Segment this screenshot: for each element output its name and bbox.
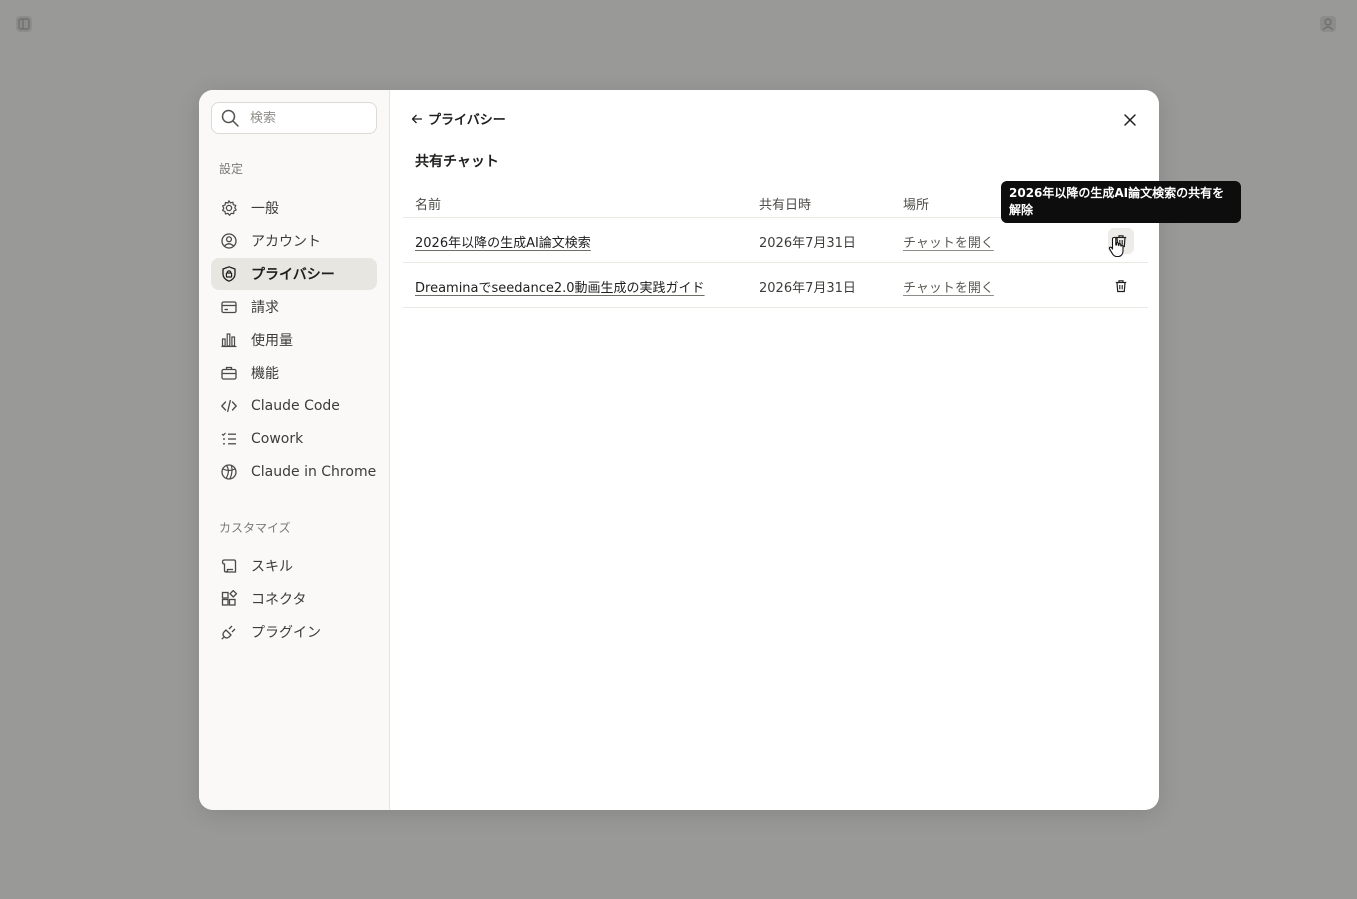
code-icon: [220, 397, 238, 415]
column-header-name: 名前: [415, 198, 442, 213]
sidebar-item-label: アカウント: [251, 234, 321, 250]
sidebar-item-label: Claude Code: [251, 398, 340, 414]
sidebar-item-general[interactable]: 一般: [211, 192, 377, 224]
sidebar-item-connectors[interactable]: コネクタ: [211, 583, 377, 615]
plug-icon: [220, 623, 238, 641]
sidebar-item-label: コネクタ: [251, 592, 307, 608]
hand-cursor-icon: [1108, 236, 1124, 258]
table-row: 2026年以降の生成AI論文検索 2026年7月31日 チャットを開く: [403, 218, 1148, 263]
unshare-button[interactable]: [1108, 273, 1134, 299]
search-icon: [221, 109, 239, 127]
arrow-left-icon: [411, 114, 422, 123]
sidebar-item-label: プラグイン: [251, 625, 321, 641]
settings-sidebar: 設定 一般 アカウント プライバシー 請求: [199, 90, 390, 810]
sidebar-item-label: 一般: [251, 201, 279, 217]
open-chat-link[interactable]: チャットを開く: [903, 232, 994, 251]
search-input[interactable]: [250, 110, 360, 126]
column-header-date: 共有日時: [759, 198, 812, 213]
globe-icon: [220, 463, 238, 481]
page-title: 共有チャット: [415, 154, 499, 170]
search-box[interactable]: [211, 102, 377, 134]
close-icon: [1124, 114, 1136, 126]
gear-icon: [220, 199, 238, 217]
sidebar-item-label: Cowork: [251, 431, 304, 447]
close-button[interactable]: [1118, 108, 1142, 132]
section-label-settings: 設定: [219, 162, 244, 176]
profile-icon[interactable]: [1320, 16, 1336, 32]
column-header-location: 場所: [903, 198, 930, 213]
sidebar-item-label: スキル: [251, 559, 293, 575]
sidebar-item-label: プライバシー: [251, 267, 335, 283]
sidebar-item-account[interactable]: アカウント: [211, 225, 377, 257]
sidebar-item-label: 請求: [251, 300, 279, 316]
sidebar-item-label: 使用量: [251, 333, 293, 349]
sidebar-item-label: 機能: [251, 366, 279, 382]
trash-icon: [1115, 280, 1127, 293]
shared-chat-name-link[interactable]: 2026年以降の生成AI論文検索: [415, 232, 591, 251]
bar-chart-icon: [220, 331, 238, 349]
shared-date: 2026年7月31日: [759, 236, 856, 251]
briefcase-icon: [220, 364, 238, 382]
credit-card-icon: [220, 298, 238, 316]
scroll-icon: [220, 557, 238, 575]
sidebar-item-cowork[interactable]: Cowork: [211, 423, 377, 455]
open-chat-link[interactable]: チャットを開く: [903, 277, 994, 296]
checklist-icon: [220, 430, 238, 448]
shared-date: 2026年7月31日: [759, 281, 856, 296]
window-menu-icon[interactable]: [16, 16, 32, 32]
sidebar-item-privacy[interactable]: プライバシー: [211, 258, 377, 290]
back-link-label: プライバシー: [428, 113, 506, 128]
sidebar-item-billing[interactable]: 請求: [211, 291, 377, 323]
sidebar-item-features[interactable]: 機能: [211, 357, 377, 389]
table-row: Dreaminaでseedance2.0動画生成の実践ガイド 2026年7月31…: [403, 263, 1148, 308]
shield-lock-icon: [220, 265, 238, 283]
sidebar-item-claude-in-chrome[interactable]: Claude in Chrome: [211, 456, 377, 488]
sidebar-item-plugins[interactable]: プラグイン: [211, 616, 377, 648]
section-label-customize: カスタマイズ: [219, 521, 291, 535]
user-circle-icon: [220, 232, 238, 250]
connector-icon: [220, 590, 238, 608]
sidebar-item-usage[interactable]: 使用量: [211, 324, 377, 356]
shared-chat-name-link[interactable]: Dreaminaでseedance2.0動画生成の実践ガイド: [415, 277, 705, 296]
sidebar-item-claude-code[interactable]: Claude Code: [211, 390, 377, 422]
unshare-tooltip: 2026年以降の生成AI論文検索の共有を解除: [1001, 181, 1241, 223]
sidebar-item-label: Claude in Chrome: [251, 464, 377, 480]
back-to-privacy-link[interactable]: プライバシー: [410, 109, 506, 128]
sidebar-item-skills[interactable]: スキル: [211, 550, 377, 582]
